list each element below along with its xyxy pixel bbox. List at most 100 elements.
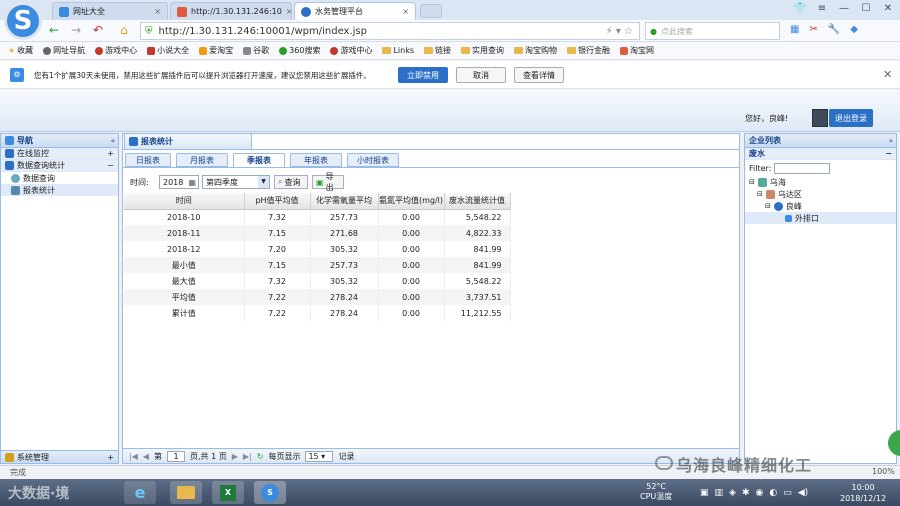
table-row[interactable]: 2018-12 7.20 305.32 0.00 841.99 (124, 241, 511, 257)
refresh-icon[interactable]: ↻ (257, 452, 264, 461)
monitor-icon[interactable]: ▭ (783, 488, 792, 498)
taskbar-explorer[interactable] (170, 481, 202, 504)
collapse-icon[interactable]: ⊟ (765, 202, 771, 210)
chevron-down-icon[interactable]: ▼ (258, 176, 269, 188)
year-field[interactable]: 2018 ▦ (159, 175, 199, 189)
collapse-icon[interactable]: ⊟ (749, 178, 755, 186)
tab-daily[interactable]: 日报表 (125, 153, 171, 167)
bookmark-folder[interactable]: Links (382, 46, 414, 55)
back-icon[interactable]: ← (46, 22, 62, 38)
scissors-icon[interactable]: ✂ (809, 24, 817, 35)
network-icon[interactable]: ▥ (715, 488, 724, 498)
next-page-icon[interactable]: ▶ (232, 452, 238, 461)
tree-node-wuda[interactable]: ⊟ 乌达区 (745, 188, 896, 200)
zoom-level[interactable]: 100% (872, 467, 895, 476)
bookmark-item[interactable]: 小说大全 (147, 45, 189, 56)
tray-icon[interactable]: ◐ (769, 488, 777, 498)
table-row[interactable]: 2018-11 7.15 271.68 0.00 4,822.33 (124, 225, 511, 241)
bookmark-folder[interactable]: 淘宝购物 (514, 45, 557, 56)
nav-item-report-stats[interactable]: 报表统计 (1, 184, 118, 196)
lightning-icon[interactable]: ⚡ ▾ ☆ (606, 26, 633, 37)
tab-hourly[interactable]: 小时报表 (347, 153, 399, 167)
expand-icon[interactable]: + (107, 149, 114, 158)
collapse-icon[interactable]: » (889, 137, 893, 145)
undo-icon[interactable]: ↶ (90, 22, 106, 38)
cpu-temp-widget[interactable]: 52°C CPU温度 (640, 482, 672, 502)
collapse-icon[interactable]: ⊟ (757, 190, 763, 198)
cancel-button[interactable]: 取消 (456, 67, 506, 83)
view-details-button[interactable]: 查看详情 (514, 67, 564, 83)
minimize-icon[interactable]: — (834, 2, 854, 16)
close-icon[interactable]: × (402, 7, 409, 16)
bookmark-item[interactable]: 淘宝网 (620, 45, 654, 56)
menu-icon[interactable]: ≡ (812, 2, 832, 16)
query-button[interactable]: ⌕ 查询 (274, 175, 308, 189)
bookmark-favorites[interactable]: ★ 收藏 (8, 45, 33, 56)
col-cod[interactable]: 化学需氧量平均 (310, 193, 379, 210)
taskbar-360-browser[interactable]: S (254, 481, 286, 504)
quarter-select[interactable]: 第四季度 ▼ (202, 175, 270, 189)
browser-tab-1[interactable]: 网址大全 × (52, 2, 168, 20)
maximize-icon[interactable]: ☐ (856, 2, 876, 16)
tab-quarterly[interactable]: 季报表 (233, 153, 285, 167)
close-icon[interactable]: ✕ (883, 68, 892, 81)
volume-icon[interactable]: ◀) (798, 488, 808, 498)
tree-node-outlet[interactable]: 外排口 (745, 212, 896, 224)
browser-tab-3[interactable]: 水务管理平台 × (294, 2, 416, 20)
bookmark-folder[interactable]: 链接 (424, 45, 451, 56)
prev-page-icon[interactable]: ◀ (143, 452, 149, 461)
first-page-icon[interactable]: |◀ (129, 452, 138, 461)
clock[interactable]: 10:00 2018/12/12 (840, 482, 886, 504)
table-row[interactable]: 最大值 7.32 305.32 0.00 5,548.22 (124, 273, 511, 289)
collapse-icon[interactable]: − (885, 149, 892, 158)
col-ph[interactable]: pH值平均值 (244, 193, 311, 210)
bookmark-item[interactable]: 360搜索 (279, 45, 320, 56)
nav-section-system-admin[interactable]: 系统管理 + (0, 450, 119, 464)
nav-section-online-monitor[interactable]: 在线监控 + (1, 148, 118, 160)
tree-node-wuhai[interactable]: ⊟ 乌海 (745, 176, 896, 188)
nav-item-data-query[interactable]: 数据查询 (1, 172, 118, 184)
browser-logo-icon[interactable]: S (4, 2, 42, 40)
grid-icon[interactable]: ▦ (790, 24, 799, 35)
close-icon[interactable]: × (286, 7, 291, 16)
search-box[interactable]: ● 点此搜索 (645, 22, 780, 40)
tab-yearly[interactable]: 年报表 (290, 153, 342, 167)
table-row[interactable]: 平均值 7.22 278.24 0.00 3,737.51 (124, 289, 511, 305)
per-page-select[interactable]: 15 ▾ (305, 450, 334, 462)
taskbar-excel[interactable]: X (212, 481, 244, 504)
report-panel-tab[interactable]: 报表统计 (124, 133, 252, 149)
bookmark-item[interactable]: 游戏中心 (330, 45, 372, 56)
col-time[interactable]: 时间 (124, 193, 245, 210)
tree-node-liangfeng[interactable]: ⊟ 良峰 (745, 200, 896, 212)
bookmark-item[interactable]: 爱淘宝 (199, 45, 233, 56)
col-flow[interactable]: 废水流量统计值 (444, 193, 511, 210)
collapse-icon[interactable]: « (111, 137, 115, 145)
window-close-icon[interactable]: ✕ (878, 2, 898, 16)
table-row[interactable]: 2018-10 7.32 257.73 0.00 5,548.22 (124, 209, 511, 225)
wrench-icon[interactable]: 🔧 (828, 24, 840, 35)
expand-icon[interactable]: + (107, 453, 114, 462)
skin-icon[interactable]: 👕 (790, 2, 810, 16)
bookmark-item[interactable]: 网址导航 (43, 45, 85, 56)
forward-icon[interactable]: → (68, 22, 84, 38)
taskbar-ie[interactable]: e (124, 481, 156, 504)
address-bar[interactable]: ⛨ http://1.30.131.246:10001/wpm/index.js… (140, 22, 640, 40)
close-icon[interactable]: × (154, 7, 161, 16)
tab-monthly[interactable]: 月报表 (176, 153, 228, 167)
disable-now-button[interactable]: 立即禁用 (398, 67, 448, 83)
tray-icon[interactable]: ▣ (700, 488, 709, 498)
table-row[interactable]: 最小值 7.15 257.73 0.00 841.99 (124, 257, 511, 273)
last-page-icon[interactable]: ▶| (243, 452, 252, 461)
nav-section-data-query[interactable]: 数据查询统计 − (1, 160, 118, 172)
bookmark-item[interactable]: 游戏中心 (95, 45, 137, 56)
bluetooth-icon[interactable]: ✱ (742, 488, 750, 498)
calendar-icon[interactable]: ▦ (188, 178, 196, 187)
export-button[interactable]: ▣ 导出 (312, 172, 344, 192)
bookmark-folder[interactable]: 银行金融 (567, 45, 610, 56)
filter-input[interactable] (774, 162, 831, 174)
bookmark-item[interactable]: 谷歌 (243, 45, 269, 56)
wastewater-section[interactable]: 废水 − (745, 148, 896, 160)
browser-tab-2[interactable]: http://1.30.131.246:10 × (170, 2, 292, 20)
collapse-icon[interactable]: − (107, 161, 114, 170)
new-tab-button[interactable] (420, 4, 442, 18)
